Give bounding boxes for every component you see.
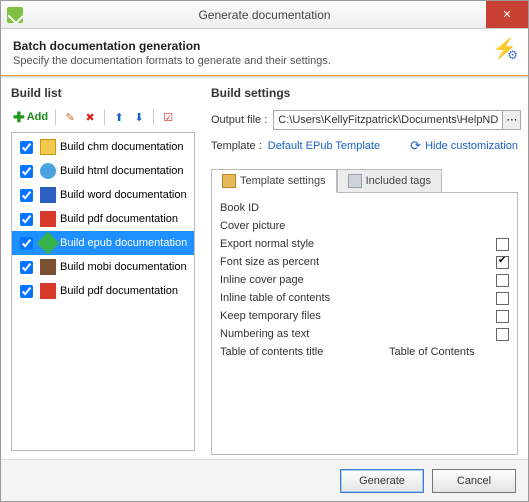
setting-row: Font size as percent (220, 253, 509, 271)
build-item-label: Build mobi documentation (60, 261, 187, 273)
add-label: Add (27, 111, 48, 123)
setting-row: Inline cover page (220, 271, 509, 289)
build-list-item[interactable]: Build pdf documentation (12, 207, 194, 231)
build-item-checkbox[interactable] (20, 213, 33, 226)
build-item-checkbox[interactable] (20, 189, 33, 202)
setting-label: Inline table of contents (220, 292, 496, 304)
setting-label: Table of contents title (220, 346, 389, 358)
generate-label: Generate (359, 475, 405, 487)
select-all-icon[interactable]: ☑ (159, 108, 177, 126)
hide-customization-link[interactable]: ⟳ Hide customization (410, 138, 518, 154)
setting-row: Table of contents titleTable of Contents (220, 343, 509, 361)
dialog-footer: Generate Cancel (1, 459, 528, 501)
setting-checkbox[interactable] (496, 238, 509, 251)
setting-label: Export normal style (220, 238, 496, 250)
add-button[interactable]: ✚ Add (11, 109, 50, 126)
cancel-label: Cancel (457, 475, 491, 487)
build-item-label: Build html documentation (60, 165, 184, 177)
setting-label: Inline cover page (220, 274, 496, 286)
word-icon (40, 187, 56, 203)
build-item-label: Build chm documentation (60, 141, 184, 153)
setting-row: Inline table of contents (220, 289, 509, 307)
setting-checkbox[interactable] (496, 256, 509, 269)
build-list-panel: Build list ✚ Add ✎ ✖ ⬆ ⬇ ☑ Build chm doc… (1, 78, 201, 459)
build-item-checkbox[interactable] (20, 165, 33, 178)
build-settings-panel: Build settings Output file : C:\Users\Ke… (201, 78, 528, 459)
html-icon (40, 163, 56, 179)
header-title: Batch documentation generation (13, 39, 331, 53)
build-list-toolbar: ✚ Add ✎ ✖ ⬆ ⬇ ☑ (11, 106, 195, 128)
build-list-item[interactable]: Build chm documentation (12, 135, 194, 159)
plus-icon: ✚ (13, 109, 25, 126)
output-file-field[interactable]: C:\Users\KellyFitzpatrick\Documents\Help… (273, 110, 521, 130)
setting-checkbox[interactable] (496, 310, 509, 323)
build-item-checkbox[interactable] (20, 237, 33, 250)
build-settings-title: Build settings (211, 86, 518, 100)
build-list-item[interactable]: Build epub documentation (12, 231, 194, 255)
build-item-checkbox[interactable] (20, 285, 33, 298)
settings-tabs: Template settings Included tags (211, 168, 518, 192)
move-up-icon[interactable]: ⬆ (110, 108, 128, 126)
tab-icon (348, 174, 362, 188)
output-file-label: Output file : (211, 114, 267, 126)
setting-row: Book ID (220, 199, 509, 217)
tab-icon (222, 174, 236, 188)
setting-checkbox[interactable] (496, 274, 509, 287)
build-item-checkbox[interactable] (20, 141, 33, 154)
setting-label: Book ID (220, 202, 389, 214)
setting-checkbox[interactable] (496, 328, 509, 341)
build-item-label: Build pdf documentation (60, 285, 178, 297)
mobi-icon (40, 259, 56, 275)
tab-label: Template settings (240, 175, 326, 187)
setting-label: Cover picture (220, 220, 389, 232)
header-subtitle: Specify the documentation formats to gen… (13, 55, 331, 67)
tab-template-settings[interactable]: Template settings (211, 169, 337, 193)
setting-label: Keep temporary files (220, 310, 496, 322)
template-settings-panel: Book ID Cover picture Export normal style F… (211, 192, 518, 455)
gear-icon: ⚙ (507, 45, 518, 65)
build-list-item[interactable]: Build mobi documentation (12, 255, 194, 279)
hide-customization-label: Hide customization (425, 140, 518, 152)
generate-button[interactable]: Generate (340, 469, 424, 493)
build-item-label: Build epub documentation (60, 237, 187, 249)
build-list-item[interactable]: Build html documentation (12, 159, 194, 183)
separator (153, 109, 154, 125)
setting-row: Keep temporary files (220, 307, 509, 325)
build-list[interactable]: Build chm documentation Build html docume… (11, 132, 195, 451)
tab-included-tags[interactable]: Included tags (337, 169, 442, 193)
lightning-icon: ⚡⚙ (492, 39, 516, 63)
window-title: Generate documentation (1, 8, 528, 22)
template-label: Template : (211, 140, 262, 152)
browse-button[interactable]: ⋯ (502, 111, 520, 129)
build-list-item[interactable]: Build pdf documentation (12, 279, 194, 303)
pdf-icon (40, 211, 56, 227)
titlebar: Generate documentation ✕ (1, 1, 528, 29)
move-down-icon[interactable]: ⬇ (130, 108, 148, 126)
chm-icon (40, 139, 56, 155)
refresh-icon: ⟳ (410, 138, 421, 154)
tab-label: Included tags (366, 175, 431, 187)
setting-value[interactable]: Table of Contents (389, 346, 509, 358)
setting-row: Export normal style (220, 235, 509, 253)
edit-icon[interactable]: ✎ (61, 108, 79, 126)
build-item-label: Build pdf documentation (60, 213, 178, 225)
pdf-icon (40, 283, 56, 299)
build-item-label: Build word documentation (60, 189, 187, 201)
separator (104, 109, 105, 125)
setting-label: Font size as percent (220, 256, 496, 268)
separator (55, 109, 56, 125)
header: Batch documentation generation Specify t… (1, 29, 528, 76)
setting-label: Numbering as text (220, 328, 496, 340)
setting-checkbox[interactable] (496, 292, 509, 305)
setting-row: Numbering as text (220, 325, 509, 343)
build-item-checkbox[interactable] (20, 261, 33, 274)
delete-icon[interactable]: ✖ (81, 108, 99, 126)
output-file-value: C:\Users\KellyFitzpatrick\Documents\Help… (274, 114, 502, 126)
build-list-item[interactable]: Build word documentation (12, 183, 194, 207)
cancel-button[interactable]: Cancel (432, 469, 516, 493)
setting-row: Cover picture (220, 217, 509, 235)
template-link[interactable]: Default EPub Template (268, 140, 380, 152)
epub-icon (37, 232, 60, 255)
build-list-title: Build list (11, 86, 195, 100)
